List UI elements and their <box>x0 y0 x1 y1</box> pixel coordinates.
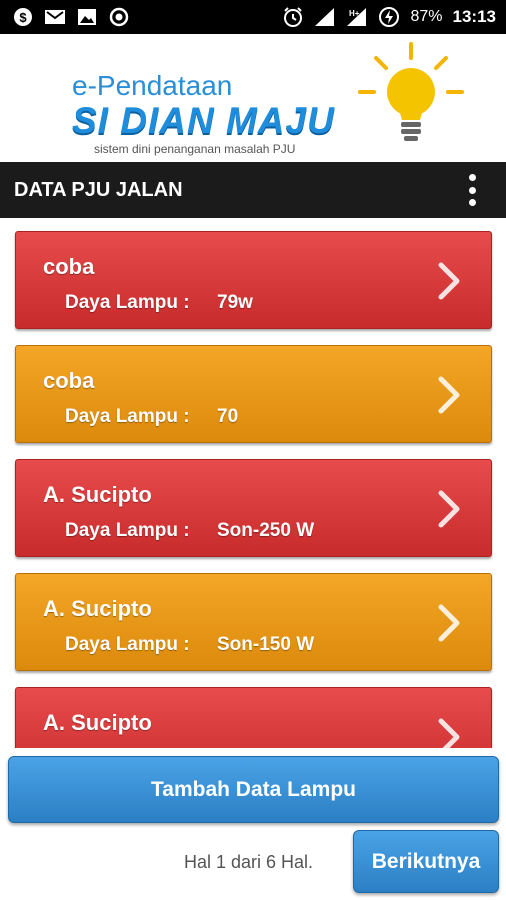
svg-text:H+: H+ <box>349 9 360 18</box>
image-icon <box>76 6 98 28</box>
item-label: Daya Lampu : <box>65 292 190 313</box>
item-value: Son-150 W <box>217 634 315 655</box>
battery-saver-icon <box>378 6 400 28</box>
page-indicator: Hal 1 dari 6 Hal. <box>184 852 314 872</box>
notification-icons: $ <box>12 6 130 28</box>
item-detail: Daya Lampu : Son-250 W <box>65 520 314 542</box>
chevron-right-icon <box>438 604 460 642</box>
chevron-right-icon <box>438 262 460 300</box>
toolbar: DATA PJU JALAN <box>0 162 506 218</box>
network-h-icon: H+ <box>346 6 368 28</box>
item-name: A. Sucipto <box>43 710 152 735</box>
system-icons: H+ 87% 13:13 <box>282 6 496 28</box>
alarm-icon <box>282 6 304 28</box>
list-item[interactable]: A. Sucipto Daya Lampu : Son-250 W <box>15 459 492 557</box>
item-detail: Daya Lampu : 70 <box>65 406 238 428</box>
status-bar: $ H+ 87% 13:13 <box>0 0 506 34</box>
dollar-icon: $ <box>12 6 34 28</box>
item-detail: Daya Lampu : Son-150 W <box>65 634 314 656</box>
item-name: A. Sucipto <box>43 596 152 621</box>
list-item[interactable]: A. Sucipto <box>15 687 492 748</box>
item-name: coba <box>43 254 95 279</box>
next-page-button[interactable]: Berikutnya <box>353 830 499 893</box>
overflow-menu-icon[interactable] <box>464 172 480 208</box>
item-name: coba <box>43 368 95 393</box>
battery-percent: 87% <box>410 8 443 25</box>
chevron-right-icon <box>438 376 460 414</box>
item-value: 70 <box>217 406 239 427</box>
logo-title-big: SI DIAN MAJU <box>72 100 335 141</box>
page-title: DATA PJU JALAN <box>14 178 183 201</box>
lightbulb-icon <box>358 42 464 141</box>
item-label: Daya Lampu : <box>65 634 190 655</box>
item-name: A. Sucipto <box>43 482 152 507</box>
chevron-right-icon <box>438 490 460 528</box>
record-icon <box>108 6 130 28</box>
mail-icon <box>44 6 66 28</box>
item-value: 79w <box>217 292 253 313</box>
list-item[interactable]: coba Daya Lampu : 79w <box>15 231 492 329</box>
clock: 13:13 <box>452 7 496 26</box>
list-item[interactable]: coba Daya Lampu : 70 <box>15 345 492 443</box>
chevron-right-icon <box>438 718 460 748</box>
app-header: e-Pendataan SI DIAN MAJU sistem dini pen… <box>0 34 506 162</box>
pju-list: coba Daya Lampu : 79w coba Daya Lampu : … <box>0 218 506 748</box>
add-lamp-button[interactable]: Tambah Data Lampu <box>8 756 499 823</box>
logo-tagline: sistem dini penanganan masalah PJU <box>94 142 296 156</box>
list-item[interactable]: A. Sucipto Daya Lampu : Son-150 W <box>15 573 492 671</box>
item-value: Son-250 W <box>217 520 315 541</box>
svg-text:$: $ <box>19 10 27 25</box>
item-label: Daya Lampu : <box>65 520 190 541</box>
signal-icon <box>314 6 336 28</box>
item-label: Daya Lampu : <box>65 406 190 427</box>
item-detail: Daya Lampu : 79w <box>65 292 253 314</box>
logo-title-small: e-Pendataan <box>72 70 233 101</box>
